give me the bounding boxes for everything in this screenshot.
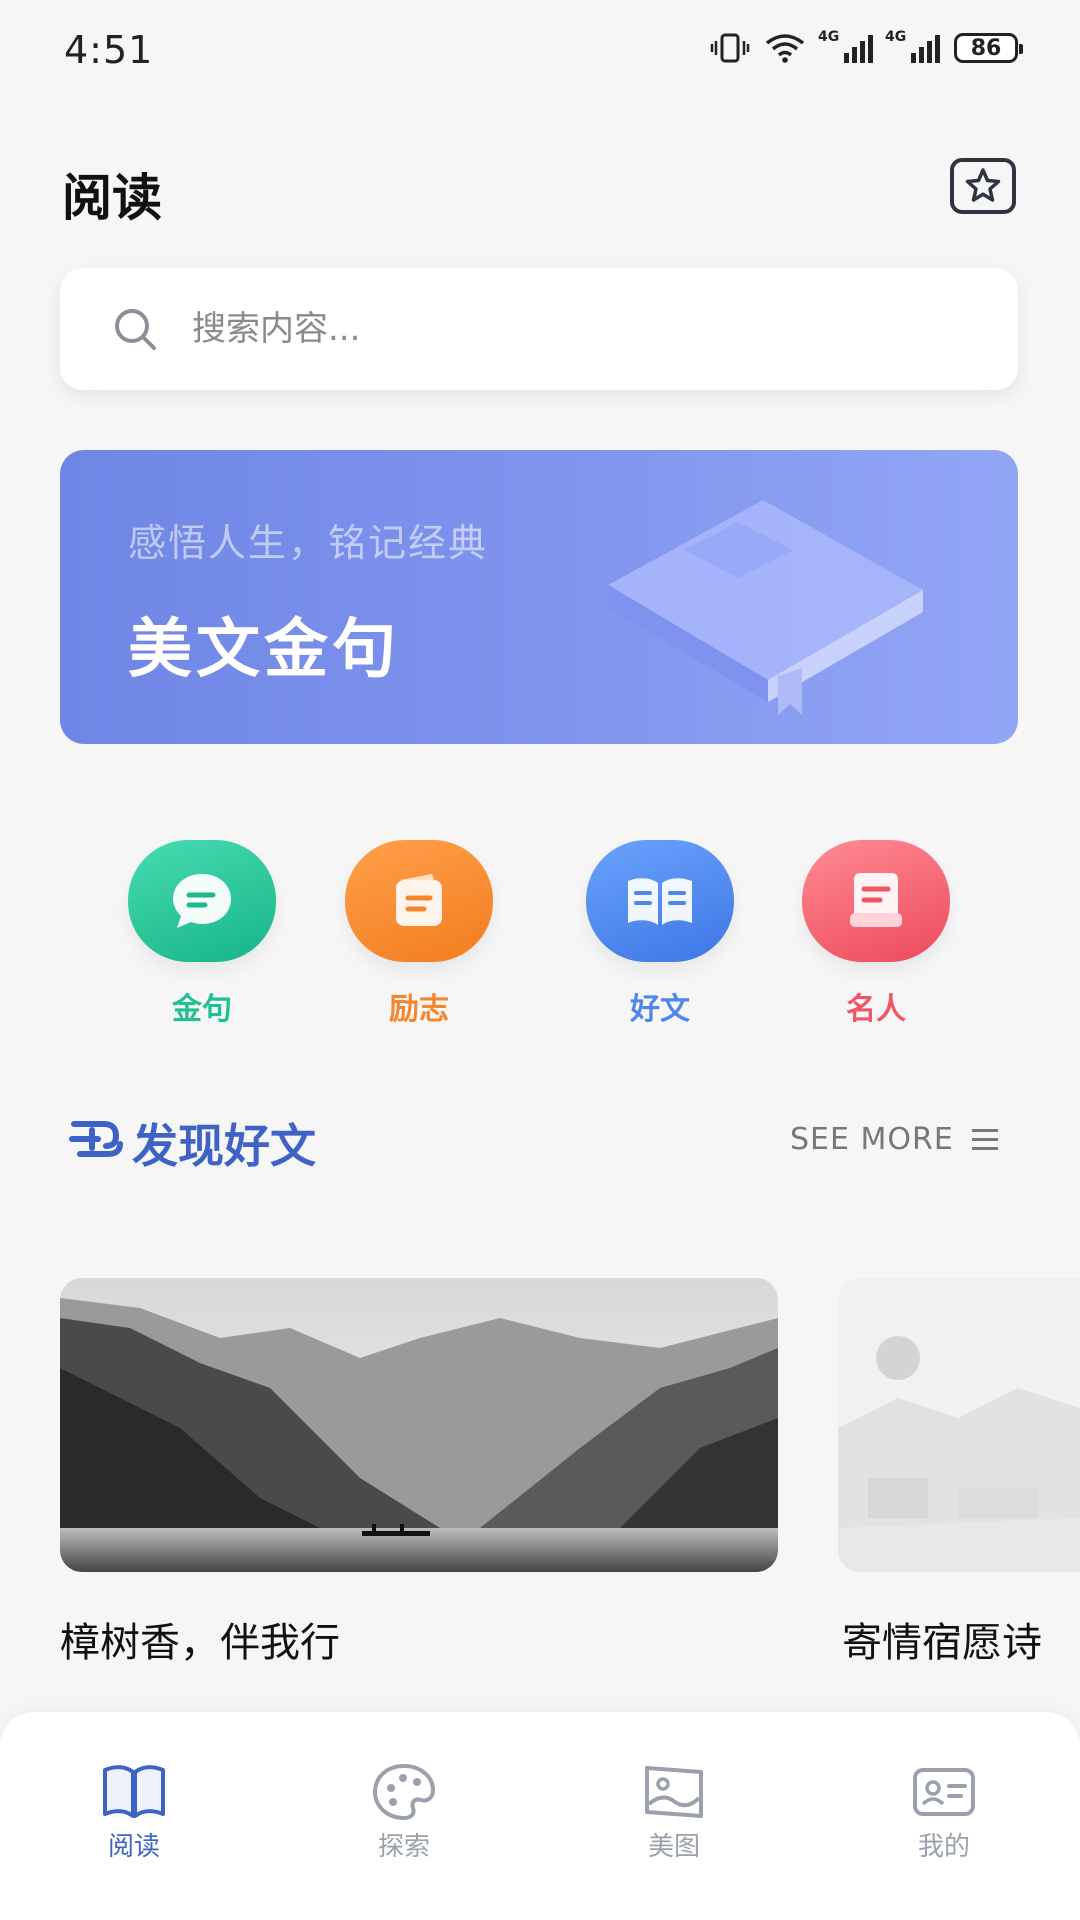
search-icon [115, 309, 156, 350]
id-card-icon [913, 1768, 975, 1816]
document-icon [850, 873, 902, 927]
village-photo [838, 1278, 1080, 1572]
article-title[interactable]: 樟树香，伴我行 [60, 1610, 340, 1668]
category-label: 励志 [389, 992, 449, 1027]
tab-label: 阅读 [107, 1832, 160, 1862]
discover-icon [69, 1121, 123, 1157]
favorites-button[interactable] [950, 158, 1016, 214]
tab-label: 美图 [647, 1832, 700, 1862]
article-title[interactable]: 寄情宿愿诗 [842, 1610, 1042, 1668]
tab-mine[interactable]: 我的 [874, 1762, 1014, 1863]
open-book-icon [628, 878, 692, 925]
category-label: 好文 [630, 992, 690, 1027]
star-icon [965, 168, 1001, 202]
category-icon-bg [586, 840, 734, 962]
article-card-image[interactable] [838, 1278, 1080, 1572]
book-icon [103, 1765, 165, 1818]
banner-title: 美文金句 [128, 613, 400, 687]
image-icon [645, 1766, 703, 1818]
see-more-label: SEE MORE [790, 1122, 954, 1157]
search-input[interactable] [190, 308, 894, 350]
tab-read[interactable]: 阅读 [64, 1762, 204, 1863]
category-lizhi[interactable]: 励志 [339, 840, 499, 1028]
category-icon-bg [802, 840, 950, 962]
notebook-icon [396, 874, 442, 926]
category-label: 名人 [846, 992, 906, 1027]
signal-icon-1: 4G [818, 29, 873, 63]
book-illustration [608, 500, 923, 715]
mountain-lake-photo [60, 1278, 778, 1572]
category-icon-bg [128, 840, 276, 962]
see-more-button[interactable]: SEE MORE [790, 1122, 998, 1157]
battery-icon: 86 [954, 33, 1023, 63]
category-haowen[interactable]: 好文 [580, 840, 740, 1028]
network-tag-1: 4G [818, 29, 840, 45]
vibrate-icon [710, 33, 750, 63]
network-tag-2: 4G [885, 29, 907, 45]
banner-subtitle: 感悟人生，铭记经典 [128, 521, 489, 565]
category-jinju[interactable]: 金句 [122, 840, 282, 1028]
status-time: 4:51 [64, 28, 154, 72]
chat-bubble-icon [173, 874, 231, 928]
category-label: 金句 [172, 992, 232, 1027]
article-card-image[interactable] [60, 1278, 778, 1572]
section-title: 发现好文 [132, 1119, 316, 1173]
page-title: 阅读 [62, 169, 162, 227]
tab-gallery[interactable]: 美图 [604, 1762, 744, 1863]
search-bar[interactable] [60, 268, 1018, 390]
category-mingren[interactable]: 名人 [796, 840, 956, 1028]
tab-label: 我的 [917, 1832, 970, 1862]
menu-icon [971, 1129, 998, 1150]
category-icon-bg [345, 840, 493, 962]
wifi-icon [765, 34, 805, 63]
tab-explore[interactable]: 探索 [334, 1762, 474, 1863]
bottom-tab-bar: 阅读 探索 美图 我的 [0, 1712, 1080, 1920]
battery-level: 86 [970, 35, 1002, 61]
tab-label: 探索 [377, 1832, 430, 1862]
featured-banner[interactable]: 感悟人生，铭记经典 美文金句 [60, 450, 1018, 744]
palette-icon [372, 1763, 436, 1820]
status-icons: 4G 4G 86 [710, 28, 1023, 68]
signal-icon-2: 4G [885, 29, 940, 63]
